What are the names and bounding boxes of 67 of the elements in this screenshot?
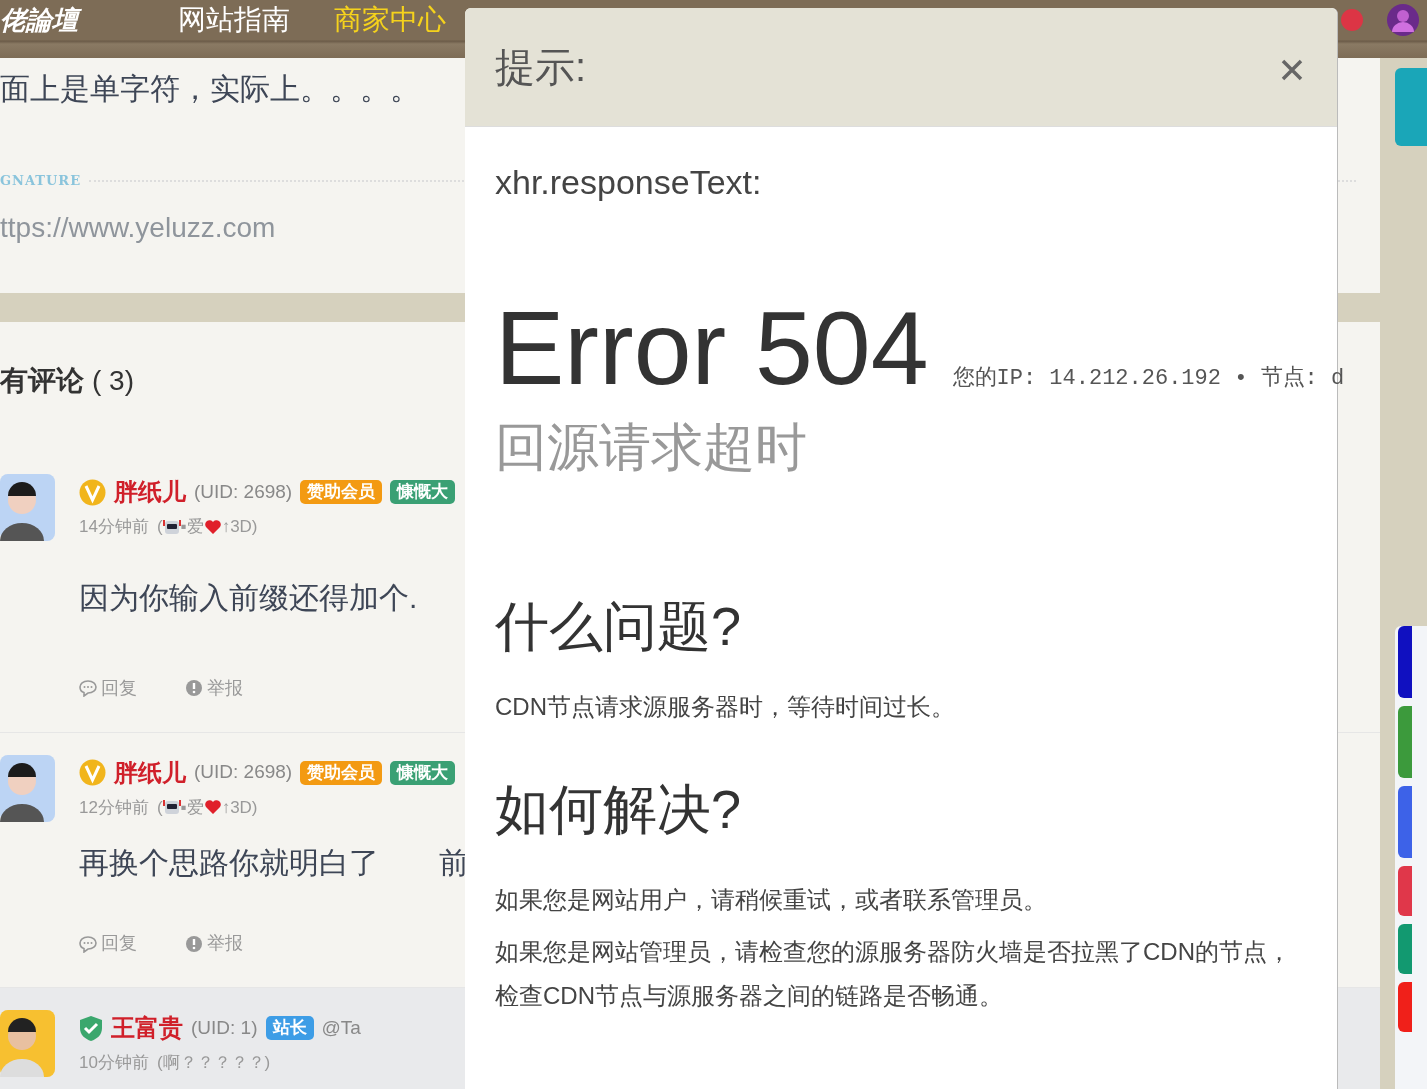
avatar <box>0 474 55 541</box>
robot-icon <box>162 517 181 536</box>
nav-link[interactable]: 网站指南 <box>178 6 290 34</box>
username[interactable]: 王富贵 <box>111 1010 183 1046</box>
status-text: ▪爱 <box>180 796 204 819</box>
shield-check-icon <box>79 1014 103 1042</box>
site-logo[interactable]: 佬論壇 <box>0 0 178 40</box>
status-text: ↑3D) <box>221 796 258 819</box>
comment-count: ( 3) <box>92 364 134 398</box>
heart-icon <box>203 799 222 816</box>
avatar <box>0 754 55 822</box>
sidebar-button[interactable] <box>1398 924 1412 974</box>
user-badge: 慷慨大 <box>390 760 456 785</box>
comments-title: 有评论 <box>0 364 84 398</box>
report-button[interactable]: 举报 <box>185 930 243 957</box>
signature-label: GNATURE <box>0 172 82 190</box>
report-button[interactable]: 举报 <box>185 674 243 702</box>
speech-bubble-icon <box>79 679 97 697</box>
reply-button[interactable]: 回复 <box>79 930 137 957</box>
comment-time: 10分钟前 <box>79 1052 149 1074</box>
user-badge: 慷慨大 <box>390 480 456 504</box>
user-badge: 站长 <box>265 1016 314 1040</box>
paragraph: 如果您是网站用户，请稍候重试，或者联系管理员。 <box>495 885 1048 915</box>
nav-link[interactable]: 商家中心 <box>334 6 446 34</box>
dialog-title: 提示: <box>495 44 587 91</box>
status-text: ▪爱 <box>180 516 204 538</box>
exclamation-icon <box>185 934 203 953</box>
ip-info: 您的IP: 14.212.26.192 • 节点: d <box>952 364 1345 393</box>
sidebar-button[interactable] <box>1398 786 1412 858</box>
comment-text: 再换个思路你就明白了 前 <box>79 845 469 881</box>
v-badge-icon <box>79 478 106 506</box>
sidebar-button[interactable] <box>1398 626 1412 698</box>
paragraph: CDN节点请求源服务器时，等待时间过长。 <box>495 692 956 722</box>
user-badge: 赞助会员 <box>300 480 383 504</box>
status-text: ( <box>156 516 163 538</box>
section-heading: 如何解决? <box>495 778 743 841</box>
post-text: 面上是单字符，实际上。。。。 <box>0 71 420 107</box>
user-badge: 赞助会员 <box>300 760 383 785</box>
status-text: (啊？？？？？) <box>156 1052 271 1074</box>
speech-bubble-icon <box>79 934 97 953</box>
exclamation-icon <box>185 679 203 697</box>
error-subtitle: 回源请求超时 <box>495 417 808 478</box>
status-text: ( <box>156 796 163 819</box>
status-text: ↑3D) <box>221 516 258 538</box>
v-badge-icon <box>79 759 106 786</box>
response-label: xhr.responseText: <box>495 162 763 203</box>
close-icon <box>1281 59 1303 82</box>
comment-time: 14分钟前 <box>79 516 149 538</box>
user-id: (UID: 2698) <box>194 760 293 785</box>
notification-dot <box>1341 9 1363 31</box>
comment-text: 因为你输入前缀还得加个. <box>79 579 419 616</box>
section-heading: 什么问题? <box>495 595 743 658</box>
robot-icon <box>162 798 181 817</box>
username[interactable]: 胖纸儿 <box>114 754 186 791</box>
user-id: (UID: 2698) <box>194 479 293 504</box>
mention-link[interactable]: @Ta <box>321 1013 361 1043</box>
username[interactable]: 胖纸儿 <box>114 474 186 510</box>
sidebar-button[interactable] <box>1398 866 1412 916</box>
heart-icon <box>203 518 222 535</box>
avatar-icon <box>1387 4 1419 36</box>
sidebar-button[interactable] <box>1398 982 1412 1032</box>
reply-button[interactable]: 回复 <box>79 674 137 702</box>
error-title: Error 504 <box>495 296 929 400</box>
paragraph: 如果您是网站管理员，请检查您的源服务器防火墙是否拉黑了CDN的节点，检查CDN节点与源服务器之间的链路是否畅通。 <box>495 937 1292 1011</box>
sidebar-button[interactable] <box>1398 706 1412 778</box>
comment-time: 12分钟前 <box>79 796 149 819</box>
user-id: (UID: 1) <box>191 1015 258 1040</box>
